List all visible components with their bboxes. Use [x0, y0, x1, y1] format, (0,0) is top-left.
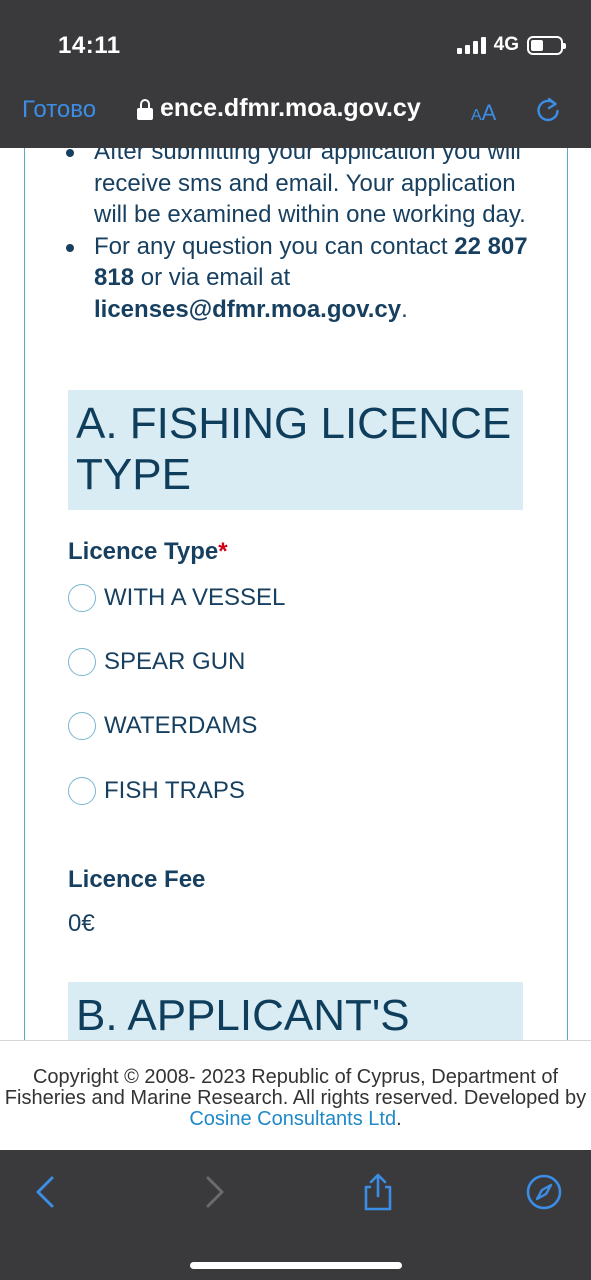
- status-bar: 14:11 4G: [0, 0, 591, 92]
- web-page: After submitting your application you wi…: [0, 148, 591, 1040]
- footer-text: Copyright © 2008- 2023 Republic of Cypru…: [4, 1066, 587, 1109]
- licence-type-label-text: Licence Type: [68, 538, 219, 565]
- radio-waterdams[interactable]: WATERDAMS: [68, 712, 257, 740]
- radio-label: FISH TRAPS: [104, 777, 245, 804]
- done-button[interactable]: Готово: [22, 96, 96, 124]
- licence-fee-value: 0€: [68, 910, 95, 937]
- aa-big: A: [481, 100, 497, 125]
- radio-with-a-vessel[interactable]: WITH A VESSEL: [68, 584, 285, 612]
- info-item: After submitting your application you wi…: [58, 148, 528, 231]
- lock-icon: [137, 99, 153, 121]
- footer-link[interactable]: Cosine Consultants Ltd: [189, 1108, 396, 1130]
- compass-icon[interactable]: [524, 1172, 564, 1212]
- reload-icon[interactable]: [534, 96, 562, 124]
- section-a-heading: A. FISHING LICENCE TYPE: [68, 390, 523, 510]
- radio-button[interactable]: [68, 648, 96, 676]
- home-indicator[interactable]: [190, 1262, 402, 1269]
- back-chevron-icon[interactable]: [26, 1172, 66, 1212]
- info-suffix: .: [401, 295, 408, 323]
- info-mid: or via email at: [134, 264, 291, 291]
- radio-fish-traps[interactable]: FISH TRAPS: [68, 777, 245, 805]
- status-time: 14:11: [58, 32, 121, 59]
- network-type: 4G: [493, 34, 519, 55]
- battery-icon: [527, 35, 566, 55]
- radio-button[interactable]: [68, 712, 96, 740]
- radio-label: WITH A VESSEL: [104, 584, 286, 611]
- forward-chevron-icon[interactable]: [194, 1172, 234, 1212]
- required-mark: *: [218, 538, 228, 565]
- radio-button[interactable]: [68, 777, 96, 805]
- licence-type-label: Licence Type*: [68, 538, 228, 566]
- footer-suffix: .: [396, 1108, 402, 1130]
- share-icon[interactable]: [358, 1172, 398, 1212]
- radio-button[interactable]: [68, 584, 96, 612]
- info-list: After submitting your application you wi…: [58, 148, 528, 325]
- signal-icon: [456, 36, 486, 54]
- info-prefix: For any question you can contact: [94, 232, 455, 260]
- page-footer: Copyright © 2008- 2023 Republic of Cypru…: [0, 1040, 591, 1150]
- radio-spear-gun[interactable]: SPEAR GUN: [68, 648, 245, 676]
- radio-label: WATERDAMS: [104, 712, 258, 739]
- browser-toolbar: [0, 1150, 591, 1280]
- contact-email[interactable]: licenses@dfmr.moa.gov.cy: [94, 296, 401, 323]
- reader-settings-button[interactable]: AA: [471, 100, 496, 126]
- licence-fee-label: Licence Fee: [68, 866, 206, 893]
- section-b-heading: B. APPLICANT'S: [68, 982, 523, 1040]
- radio-label: SPEAR GUN: [104, 648, 246, 675]
- info-item: For any question you can contact 22 807 …: [58, 231, 528, 326]
- url-field[interactable]: ence.dfmr.moa.gov.cy: [154, 94, 421, 126]
- aa-small: A: [471, 107, 482, 124]
- browser-address-bar: Готово ence.dfmr.moa.gov.cy AA: [0, 92, 591, 148]
- status-indicators: 4G: [456, 34, 566, 56]
- info-text-1: After submitting your application you wi…: [94, 148, 526, 228]
